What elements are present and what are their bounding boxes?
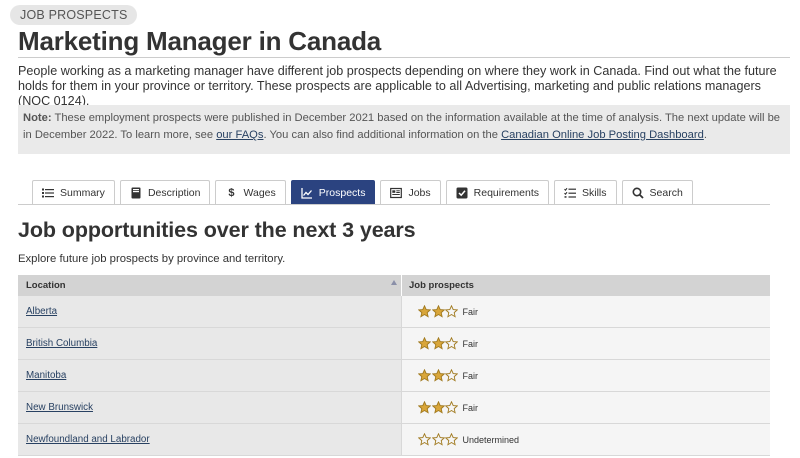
prospect-cell: Fair [402, 360, 770, 391]
location-link[interactable]: Manitoba [26, 370, 66, 381]
prospect-label: Fair [462, 306, 479, 317]
star-rating [418, 305, 459, 318]
location-cell: British Columbia [18, 328, 402, 359]
tab-summary[interactable]: Summary [32, 180, 115, 205]
star-rating [418, 401, 459, 414]
star-empty-icon [431, 433, 445, 446]
star-rating [418, 369, 459, 382]
job-prospects-badge: JOB PROSPECTS [10, 5, 138, 25]
star-empty-icon [445, 369, 458, 382]
location-link[interactable]: Alberta [26, 306, 57, 317]
tab-jobs[interactable]: Jobs [380, 180, 441, 205]
star-filled-icon [418, 305, 431, 318]
tab-skills[interactable]: Skills [554, 180, 617, 205]
title-divider [18, 57, 790, 58]
location-cell: Newfoundland and Labrador [18, 424, 402, 455]
column-header-job-prospects[interactable]: Job prospects [402, 275, 770, 296]
tab-label: Prospects [318, 187, 366, 199]
star-rating [418, 337, 459, 350]
prospects-table: Location Job prospects Alberta Fair Brit… [18, 275, 770, 456]
star-filled-icon [418, 337, 431, 350]
tab-search[interactable]: Search [621, 180, 693, 205]
star-empty-icon [445, 337, 458, 350]
location-cell: Alberta [18, 296, 402, 327]
column-header-location[interactable]: Location [18, 275, 402, 296]
intro-paragraph: People working as a marketing manager ha… [18, 64, 777, 108]
star-rating [418, 433, 459, 446]
prospect-cell: Undetermined [402, 424, 770, 455]
table-row: New Brunswick Fair [18, 392, 770, 424]
star-empty-icon [445, 305, 458, 318]
tab-requirements[interactable]: Requirements [445, 180, 550, 205]
prospect-label: Fair [462, 338, 479, 349]
tab-label: Search [649, 187, 683, 199]
tab-label: Skills [582, 187, 607, 199]
section-heading: Job opportunities over the next 3 years [18, 218, 416, 242]
tabs-divider [18, 204, 770, 205]
table-header: Location Job prospects [18, 275, 770, 296]
location-link[interactable]: Newfoundland and Labrador [26, 434, 150, 445]
location-cell: Manitoba [18, 360, 402, 391]
note-text-2: . You can also find additional informati… [263, 129, 502, 141]
book-icon [130, 187, 142, 199]
note-text-3: . [703, 129, 707, 141]
column-header-label: Job prospects [409, 280, 474, 291]
star-filled-icon [431, 401, 445, 414]
faq-link[interactable]: our FAQs [216, 129, 263, 141]
checkbox-icon [456, 187, 468, 199]
table-row: Alberta Fair [18, 296, 770, 328]
prospect-label: Fair [462, 370, 479, 381]
location-link[interactable]: New Brunswick [26, 402, 93, 413]
star-filled-icon [418, 401, 431, 414]
table-body: Alberta Fair British Columbia Fair Manit… [18, 296, 770, 456]
tab-label: Wages [243, 187, 276, 199]
table-row: Newfoundland and Labrador Undetermined [18, 424, 770, 456]
prospect-cell: Fair [402, 296, 770, 327]
dollar-icon: $ [228, 187, 235, 199]
prospect-cell: Fair [402, 328, 770, 359]
prospect-label: Undetermined [462, 434, 520, 445]
sort-ascending-icon [391, 280, 397, 285]
star-filled-icon [431, 337, 445, 350]
location-cell: New Brunswick [18, 392, 402, 423]
tab-prospects[interactable]: Prospects [290, 180, 376, 205]
search-icon [632, 187, 644, 199]
prospect-cell: Fair [402, 392, 770, 423]
page-title: Marketing Manager in Canada [18, 26, 382, 56]
column-header-label: Location [26, 280, 66, 291]
location-link[interactable]: British Columbia [26, 338, 97, 349]
star-empty-icon [445, 433, 458, 446]
tab-label: Requirements [473, 187, 540, 199]
star-empty-icon [445, 401, 458, 414]
tab-label: Jobs [408, 187, 431, 199]
star-filled-icon [431, 305, 445, 318]
note-box: Note: These employment prospects were pu… [18, 105, 790, 154]
tab-label: Summary [60, 187, 105, 199]
newspaper-icon [390, 187, 403, 199]
table-row: British Columbia Fair [18, 328, 770, 360]
tab-label: Description [147, 187, 201, 199]
star-empty-icon [418, 433, 431, 446]
dashboard-link[interactable]: Canadian Online Job Posting Dashboard [501, 129, 704, 141]
note-label: Note: [23, 112, 52, 124]
chart-line-icon [301, 187, 313, 199]
section-subheading: Explore future job prospects by province… [18, 253, 286, 265]
checklist-icon [564, 187, 577, 199]
section-tabs: Summary Description $ Wages Prospects Jo… [32, 180, 698, 205]
tab-wages[interactable]: $ Wages [215, 180, 286, 205]
prospect-label: Fair [462, 402, 479, 413]
star-filled-icon [431, 369, 445, 382]
list-icon [42, 187, 54, 199]
star-filled-icon [418, 369, 431, 382]
table-row: Manitoba Fair [18, 360, 770, 392]
tab-description[interactable]: Description [119, 180, 211, 205]
